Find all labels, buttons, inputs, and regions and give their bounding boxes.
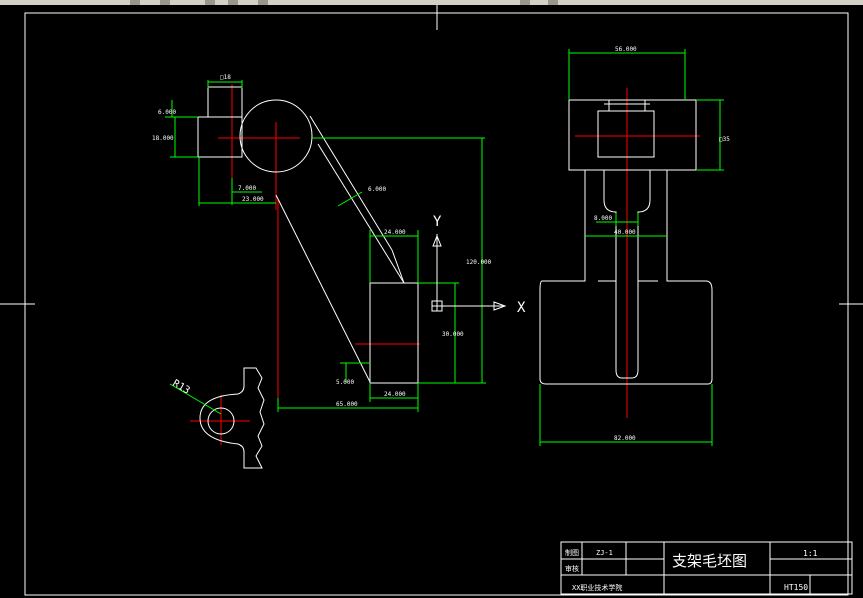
ucs-y-label: Y (433, 214, 442, 230)
dim-8: 8.000 (594, 215, 612, 222)
drawing-title: 支架毛坯图 (672, 552, 747, 570)
dim-radius: R13 (171, 378, 192, 397)
dim-square-35: □35 (719, 136, 730, 143)
label-drawing: 制图 (565, 548, 579, 557)
dim-40: 40.000 (614, 229, 636, 236)
sheet-frame (0, 5, 863, 596)
ucs-x-label: X (517, 300, 526, 316)
dim-65: 65.000 (336, 401, 358, 408)
dim-30: 30.000 (442, 331, 464, 338)
school-name: XX职业技术学院 (572, 583, 622, 592)
side-view (539, 88, 713, 418)
dim-120: 120.000 (466, 259, 492, 266)
dim-7: 7.000 (238, 185, 256, 192)
dim-24-top: 24.000 (384, 229, 406, 236)
dim-rib-6: 6.000 (368, 186, 386, 193)
dim-56: 56.000 (615, 46, 637, 53)
dim-24-bottom: 24.000 (384, 391, 406, 398)
cad-drawing-canvas[interactable]: □18 6.000 18.000 7.000 23.000 6.000 24.0… (0, 5, 863, 598)
drawing-number: ZJ-1 (596, 549, 613, 557)
dim-5: 5.000 (336, 379, 354, 386)
label-check: 审核 (565, 564, 579, 573)
title-block: 制图 审核 ZJ-1 支架毛坯图 1:1 HT150 XX职业技术学院 (560, 541, 853, 595)
dim-82: 82.000 (614, 435, 636, 442)
dim-18: 18.000 (152, 135, 174, 142)
dim-23: 23.000 (242, 196, 264, 203)
dim-6: 6.000 (158, 109, 176, 116)
front-view (190, 84, 420, 469)
scale-value: 1:1 (803, 549, 818, 558)
material-value: HT150 (784, 583, 808, 592)
dim-square-18: □18 (220, 74, 231, 81)
